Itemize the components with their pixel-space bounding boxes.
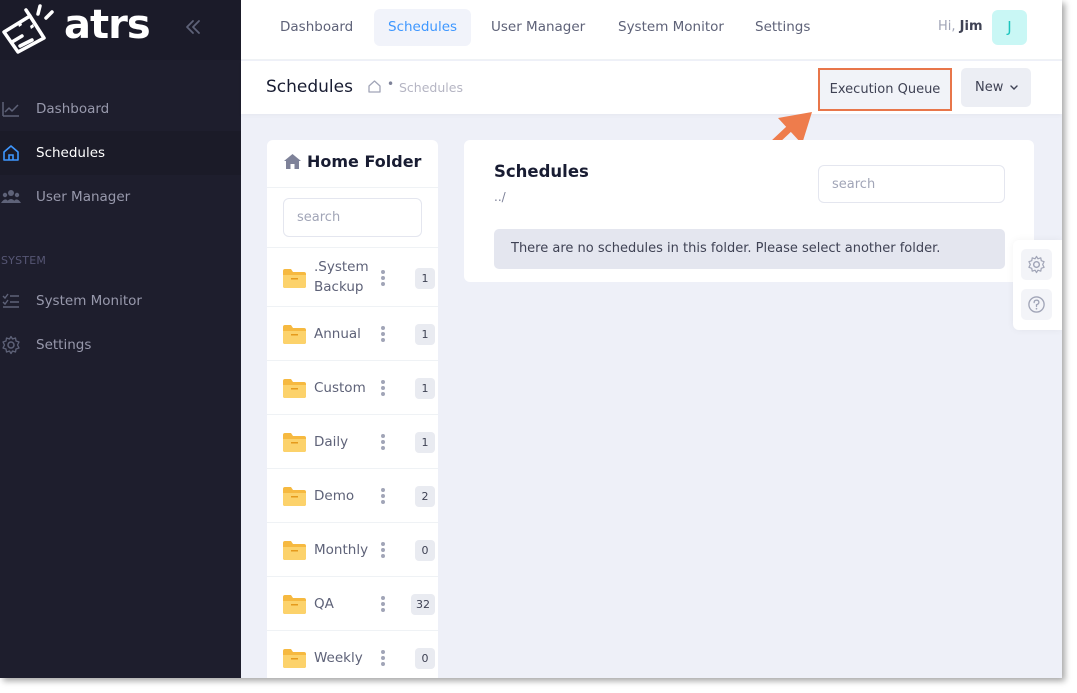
folder-item[interactable]: Monthly 0 [267,522,438,576]
folder-label: QA [314,596,334,612]
folder-search-input[interactable] [283,198,422,237]
logo-text: atrs [64,2,151,48]
sidebar: atrs Dashboard Schedules User Manager SY… [0,0,241,678]
folder-count-badge: 1 [415,324,435,345]
sidebar-item-dashboard[interactable]: Dashboard [0,87,241,131]
folder-item[interactable]: Daily 1 [267,414,438,468]
tab-settings[interactable]: Settings [741,9,824,46]
folder-icon [283,325,306,344]
floating-toolbar [1013,240,1062,330]
more-vertical-icon[interactable] [380,379,386,397]
collapse-sidebar-button[interactable] [180,14,206,40]
gear-icon [2,335,20,355]
empty-folder-notice: There are no schedules in this folder. P… [494,229,1005,269]
folder-count-badge: 1 [415,267,435,289]
new-dropdown-button[interactable]: New [961,68,1031,107]
folder-item[interactable]: .System Backup 1 [267,247,438,306]
user-greeting: Hi, Jim [938,19,983,34]
folder-item[interactable]: Custom 1 [267,360,438,414]
question-circle-icon [1028,296,1045,313]
new-button-label: New [975,80,1004,95]
folder-count-badge: 1 [415,378,435,399]
sidebar-item-settings[interactable]: Settings [0,323,241,367]
chevron-down-icon [1010,85,1018,90]
schedule-search-input[interactable] [818,165,1005,203]
more-vertical-icon[interactable] [380,433,386,451]
user-name: Jim [959,19,983,34]
breadcrumb-separator: • [387,77,395,91]
gear-icon [1028,255,1045,274]
folder-label: Demo [314,488,355,504]
app-window: atrs Dashboard Schedules User Manager SY… [0,0,1062,678]
logo-area: atrs [0,0,241,60]
folder-count-badge: 0 [415,648,435,669]
folder-item[interactable]: QA 32 [267,576,438,630]
more-vertical-icon[interactable] [380,649,386,667]
more-vertical-icon[interactable] [380,487,386,505]
folder-label: Monthly [314,542,369,558]
settings-toggle-button[interactable] [1021,249,1052,280]
breadcrumb-home-icon[interactable] [367,79,382,94]
home-icon [284,154,301,169]
sidebar-item-system-monitor[interactable]: System Monitor [0,279,241,323]
folder-panel-title: Home Folder [307,152,422,171]
more-vertical-icon[interactable] [380,595,386,613]
folder-label: Weekly [314,650,363,666]
tab-dashboard[interactable]: Dashboard [266,9,367,46]
folder-label: Daily [314,434,349,450]
double-chevron-left-icon [186,20,200,34]
folder-label: Annual [314,326,361,342]
folder-panel: Home Folder .System Backup1Annual1Custom… [267,140,438,678]
top-header: Dashboard Schedules User Manager System … [241,0,1062,60]
page-toolbar: Schedules • Schedules Execution Queue Ne… [241,61,1062,114]
chart-line-icon [2,102,19,117]
more-vertical-icon[interactable] [380,541,386,559]
folder-item[interactable]: Demo 2 [267,468,438,522]
more-vertical-icon[interactable] [380,325,386,343]
folder-panel-header: Home Folder [267,140,438,188]
sidebar-item-label: Dashboard [36,101,110,117]
sidebar-item-user-manager[interactable]: User Manager [0,175,241,219]
folder-item[interactable]: Weekly 0 [267,630,438,678]
folder-icon [283,649,306,668]
folder-count-badge: 2 [415,486,435,507]
breadcrumb-current: Schedules [399,80,463,95]
folder-icon [283,541,306,560]
schedules-panel-title: Schedules [494,162,589,181]
help-button[interactable] [1021,289,1052,320]
tab-system-monitor[interactable]: System Monitor [604,9,738,46]
folder-icon [283,487,306,506]
more-vertical-icon[interactable] [380,269,386,287]
folder-label: Custom [314,380,366,396]
folder-count-badge: 1 [415,432,435,453]
sidebar-item-label: System Monitor [36,293,142,309]
users-icon [1,190,21,203]
folder-icon [283,268,306,288]
sidebar-item-label: User Manager [36,189,131,205]
current-path[interactable]: ../ [494,190,506,204]
tab-schedules[interactable]: Schedules [374,9,472,46]
folder-item[interactable]: Annual 1 [267,306,438,360]
schedules-panel: Schedules ../ There are no schedules in … [464,140,1034,282]
folder-icon [283,433,306,452]
list-check-icon [2,293,19,308]
folder-icon [283,595,306,614]
sidebar-item-schedules[interactable]: Schedules [0,131,241,175]
greeting-prefix: Hi, [938,19,956,34]
avatar[interactable]: J [992,10,1027,45]
execution-queue-button[interactable]: Execution Queue [818,68,952,111]
folder-count-badge: 32 [411,594,435,615]
folder-label: .System Backup [314,258,369,295]
sidebar-item-label: Schedules [36,145,106,161]
folder-count-badge: 0 [415,540,435,561]
home-icon [3,145,19,161]
tab-user-manager[interactable]: User Manager [477,9,599,46]
page-title: Schedules [266,77,353,97]
sidebar-item-label: Settings [36,337,92,353]
sidebar-section-label: SYSTEM [1,254,47,267]
folder-icon [283,379,306,398]
